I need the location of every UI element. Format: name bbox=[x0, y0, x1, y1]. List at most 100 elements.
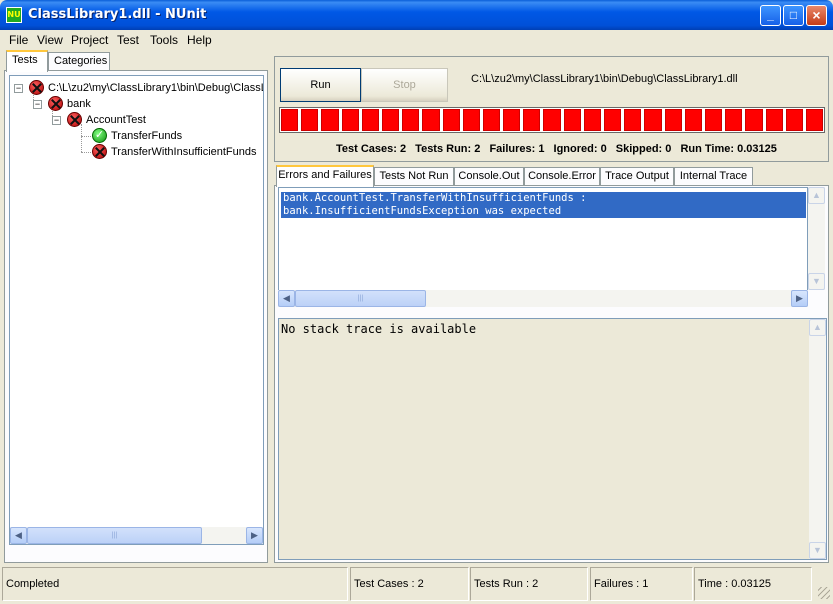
stack-trace-text: No stack trace is available bbox=[281, 322, 477, 336]
progress-segment bbox=[301, 109, 319, 131]
stop-button[interactable]: Stop bbox=[361, 68, 448, 102]
progress-segment bbox=[321, 109, 339, 131]
progress-segment bbox=[381, 109, 400, 131]
error-line[interactable]: bank.AccountTest.TransferWithInsufficien… bbox=[281, 192, 806, 205]
progress-segment bbox=[765, 109, 783, 131]
status-bar: Completed Test Cases : 2 Tests Run : 2 F… bbox=[0, 566, 833, 604]
menu-project[interactable]: Project bbox=[71, 33, 108, 47]
status-time: Time : 0.03125 bbox=[694, 567, 812, 601]
red-x-circle-icon bbox=[29, 80, 44, 95]
assembly-path: C:\L\zu2\my\ClassLibrary1\bin\Debug\Clas… bbox=[471, 73, 738, 85]
progress-segment bbox=[664, 109, 682, 131]
scroll-left-icon[interactable]: ◀ bbox=[278, 290, 295, 307]
status-tests-run: Tests Run : 2 bbox=[470, 567, 588, 601]
scroll-thumb[interactable]: ||| bbox=[295, 290, 426, 307]
progress-segment bbox=[523, 109, 541, 131]
collapse-icon[interactable]: − bbox=[33, 100, 42, 109]
summary-run-time: Run Time: 0.03125 bbox=[680, 143, 777, 155]
progress-segment bbox=[422, 109, 440, 131]
tree-node-label: bank bbox=[67, 98, 91, 110]
tab-categories[interactable]: Categories bbox=[48, 52, 110, 71]
stack-vertical-scrollbar[interactable]: ▲ ▼ bbox=[809, 319, 826, 559]
summary-ignored: Ignored: 0 bbox=[553, 143, 607, 155]
close-button[interactable]: × bbox=[806, 5, 827, 26]
title-bar: NU ClassLibrary1.dll - NUnit _ □ × bbox=[0, 0, 833, 30]
errors-panel: bank.AccountTest.TransferWithInsufficien… bbox=[274, 185, 829, 563]
menu-help[interactable]: Help bbox=[187, 33, 212, 47]
menu-bar: File View Project Test Tools Help bbox=[4, 30, 829, 49]
errors-list[interactable]: bank.AccountTest.TransferWithInsufficien… bbox=[278, 187, 808, 307]
stack-trace-box[interactable]: No stack trace is available ▲ ▼ bbox=[278, 318, 827, 560]
scroll-up-icon[interactable]: ▲ bbox=[808, 187, 825, 204]
menu-file[interactable]: File bbox=[9, 33, 28, 47]
progress-segment bbox=[281, 109, 299, 131]
red-x-circle-icon bbox=[48, 96, 63, 111]
progress-segment bbox=[745, 109, 763, 131]
progress-segment bbox=[624, 109, 642, 131]
tab-console-error[interactable]: Console.Error bbox=[524, 167, 600, 186]
status-text: Completed bbox=[2, 567, 348, 601]
summary-skipped: Skipped: 0 bbox=[615, 143, 672, 155]
progress-bar bbox=[279, 107, 825, 133]
scroll-right-icon[interactable]: ▶ bbox=[246, 527, 263, 544]
tab-errors-and-failures[interactable]: Errors and Failures bbox=[276, 165, 374, 187]
summary-tests-run: Tests Run: 2 bbox=[415, 143, 481, 155]
collapse-icon[interactable]: − bbox=[52, 116, 61, 125]
progress-segment bbox=[503, 109, 521, 131]
tests-panel: − C:\L\zu2\my\ClassLibrary1\bin\Debug\Cl… bbox=[4, 70, 268, 563]
tab-tests-not-run[interactable]: Tests Not Run bbox=[374, 167, 454, 186]
tab-trace-output[interactable]: Trace Output bbox=[600, 167, 674, 186]
tree-node-label: TransferFunds bbox=[111, 130, 183, 142]
tree-node-label: C:\L\zu2\my\ClassLibrary1\bin\Debug\Clas… bbox=[48, 82, 263, 94]
tree-node-label: TransferWithInsufficientFunds bbox=[111, 146, 257, 158]
status-test-cases: Test Cases : 2 bbox=[350, 567, 469, 601]
resize-grip-icon[interactable] bbox=[818, 587, 830, 599]
progress-segment bbox=[785, 109, 803, 131]
tab-tests[interactable]: Tests bbox=[6, 50, 48, 72]
red-x-circle-icon bbox=[67, 112, 82, 127]
nunit-icon: NU bbox=[6, 7, 22, 23]
progress-segment bbox=[402, 109, 420, 131]
progress-segment bbox=[704, 109, 723, 131]
run-button[interactable]: Run bbox=[280, 68, 361, 102]
progress-segment bbox=[725, 109, 743, 131]
menu-tools[interactable]: Tools bbox=[150, 33, 178, 47]
tab-console-out[interactable]: Console.Out bbox=[454, 167, 524, 186]
run-controls-panel: Run Stop C:\L\zu2\my\ClassLibrary1\bin\D… bbox=[274, 56, 829, 162]
errors-vertical-scrollbar[interactable]: ▲ ▼ bbox=[808, 187, 825, 290]
summary-failures: Failures: 1 bbox=[489, 143, 545, 155]
menu-test[interactable]: Test bbox=[117, 33, 139, 47]
summary-test-cases: Test Cases: 2 bbox=[336, 143, 407, 155]
window-title: ClassLibrary1.dll - NUnit bbox=[28, 7, 207, 22]
scroll-left-icon[interactable]: ◀ bbox=[10, 527, 27, 544]
progress-segment bbox=[563, 109, 581, 131]
scroll-right-icon[interactable]: ▶ bbox=[791, 290, 808, 307]
progress-segment bbox=[361, 109, 379, 131]
progress-segment bbox=[462, 109, 480, 131]
scroll-down-icon[interactable]: ▼ bbox=[809, 542, 826, 559]
run-summary: Test Cases: 2 Tests Run: 2 Failures: 1 I… bbox=[336, 143, 783, 155]
progress-segment bbox=[543, 109, 561, 131]
progress-segment bbox=[644, 109, 662, 131]
progress-segment bbox=[583, 109, 601, 131]
progress-segment bbox=[604, 109, 622, 131]
progress-segment bbox=[805, 109, 824, 131]
minimize-button[interactable]: _ bbox=[760, 5, 781, 26]
scroll-thumb[interactable]: ||| bbox=[27, 527, 202, 544]
red-x-circle-icon bbox=[92, 144, 107, 159]
green-check-circle-icon: ✓ bbox=[92, 128, 107, 143]
scroll-down-icon[interactable]: ▼ bbox=[808, 273, 825, 290]
errors-horizontal-scrollbar[interactable]: ◀ ||| ▶ bbox=[278, 290, 808, 307]
menu-view[interactable]: View bbox=[37, 33, 63, 47]
test-tree[interactable]: − C:\L\zu2\my\ClassLibrary1\bin\Debug\Cl… bbox=[9, 75, 264, 545]
error-line[interactable]: bank.InsufficientFundsException was expe… bbox=[281, 205, 806, 218]
maximize-button[interactable]: □ bbox=[783, 5, 804, 26]
progress-segment bbox=[442, 109, 460, 131]
scroll-up-icon[interactable]: ▲ bbox=[809, 319, 826, 336]
progress-segment bbox=[341, 109, 359, 131]
collapse-icon[interactable]: − bbox=[14, 84, 23, 93]
tree-horizontal-scrollbar[interactable]: ◀ ||| ▶ bbox=[10, 527, 263, 544]
status-failures: Failures : 1 bbox=[590, 567, 693, 601]
progress-segment bbox=[482, 109, 501, 131]
tab-internal-trace[interactable]: Internal Trace bbox=[674, 167, 753, 186]
